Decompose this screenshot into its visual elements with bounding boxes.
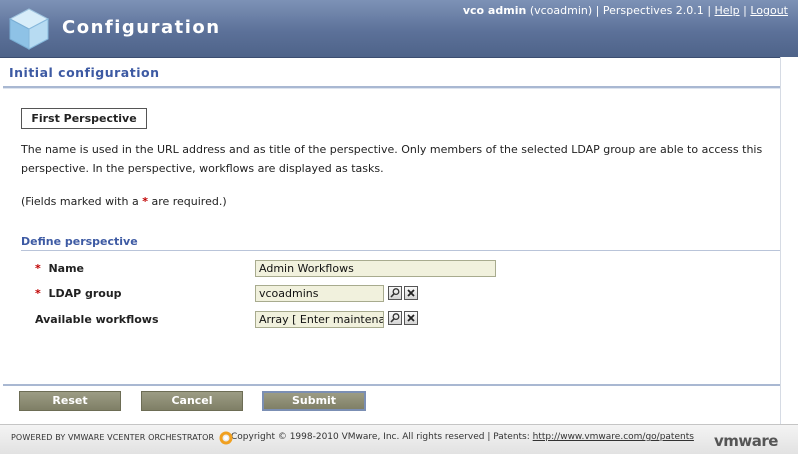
divider [21, 250, 780, 251]
cube-logo-icon [8, 8, 50, 50]
ldap-clear-button[interactable] [404, 286, 418, 300]
close-icon [407, 314, 415, 322]
submit-button[interactable]: Submit [262, 391, 366, 411]
app-title: Configuration [62, 17, 221, 38]
reset-button[interactable]: Reset [19, 391, 121, 411]
vmware-logo: vmware [714, 432, 778, 450]
section-title-bar: Initial configuration [3, 59, 780, 88]
separator: | [707, 4, 712, 17]
workflows-label: Available workflows [35, 313, 159, 326]
tab-first-perspective[interactable]: First Perspective [21, 108, 147, 129]
patents-link[interactable]: http://www.vmware.com/go/patents [533, 432, 694, 442]
name-label: * Name [35, 262, 84, 275]
scrollbar-track[interactable] [780, 57, 798, 445]
page-title: Initial configuration [9, 65, 160, 80]
ldap-search-button[interactable] [388, 286, 402, 300]
logout-link[interactable]: Logout [750, 4, 788, 17]
copyright-text: Copyright © 1998-2010 VMware, Inc. All r… [231, 432, 694, 442]
header-user-links: vco admin (vcoadmin) | Perspectives 2.0.… [463, 4, 788, 17]
workflows-clear-button[interactable] [404, 311, 418, 325]
required-note-suffix: are required.) [147, 195, 227, 208]
ldap-group-label-text: LDAP group [48, 287, 122, 300]
copyright-label: Copyright © 1998-2010 VMware, Inc. All r… [231, 432, 533, 442]
required-note-prefix: (Fields marked with a [21, 195, 143, 208]
powered-by-text: POWERED BY VMWARE VCENTER ORCHESTRATOR [11, 433, 215, 442]
close-icon [407, 289, 415, 297]
loading-spinner-icon [219, 431, 233, 445]
cancel-button[interactable]: Cancel [141, 391, 243, 411]
separator: | [743, 4, 747, 17]
search-icon [390, 288, 400, 298]
required-fields-note: (Fields marked with a * are required.) [21, 195, 227, 208]
name-input[interactable]: Admin Workflows [255, 260, 496, 277]
workflows-search-button[interactable] [388, 311, 402, 325]
ldap-group-label: * LDAP group [35, 287, 122, 300]
description-text: The name is used in the URL address and … [21, 143, 763, 175]
separator: | [595, 4, 600, 17]
help-link[interactable]: Help [715, 4, 740, 17]
define-perspective-heading: Define perspective [21, 235, 138, 248]
name-label-text: Name [48, 262, 84, 275]
ldap-group-input[interactable]: vcoadmins [255, 285, 384, 302]
app-header: Configuration vco admin (vcoadmin) | Per… [0, 0, 798, 58]
search-icon [390, 313, 400, 323]
required-star: * [35, 262, 41, 275]
user-id: (vcoadmin) [529, 4, 593, 17]
status-footer: POWERED BY VMWARE VCENTER ORCHESTRATOR C… [0, 424, 798, 454]
workflows-input[interactable]: Array [ Enter maintenance [255, 311, 384, 328]
user-display-name: vco admin [462, 4, 527, 17]
required-star: * [35, 287, 41, 300]
version-text: Perspectives 2.0.1 [602, 4, 704, 17]
